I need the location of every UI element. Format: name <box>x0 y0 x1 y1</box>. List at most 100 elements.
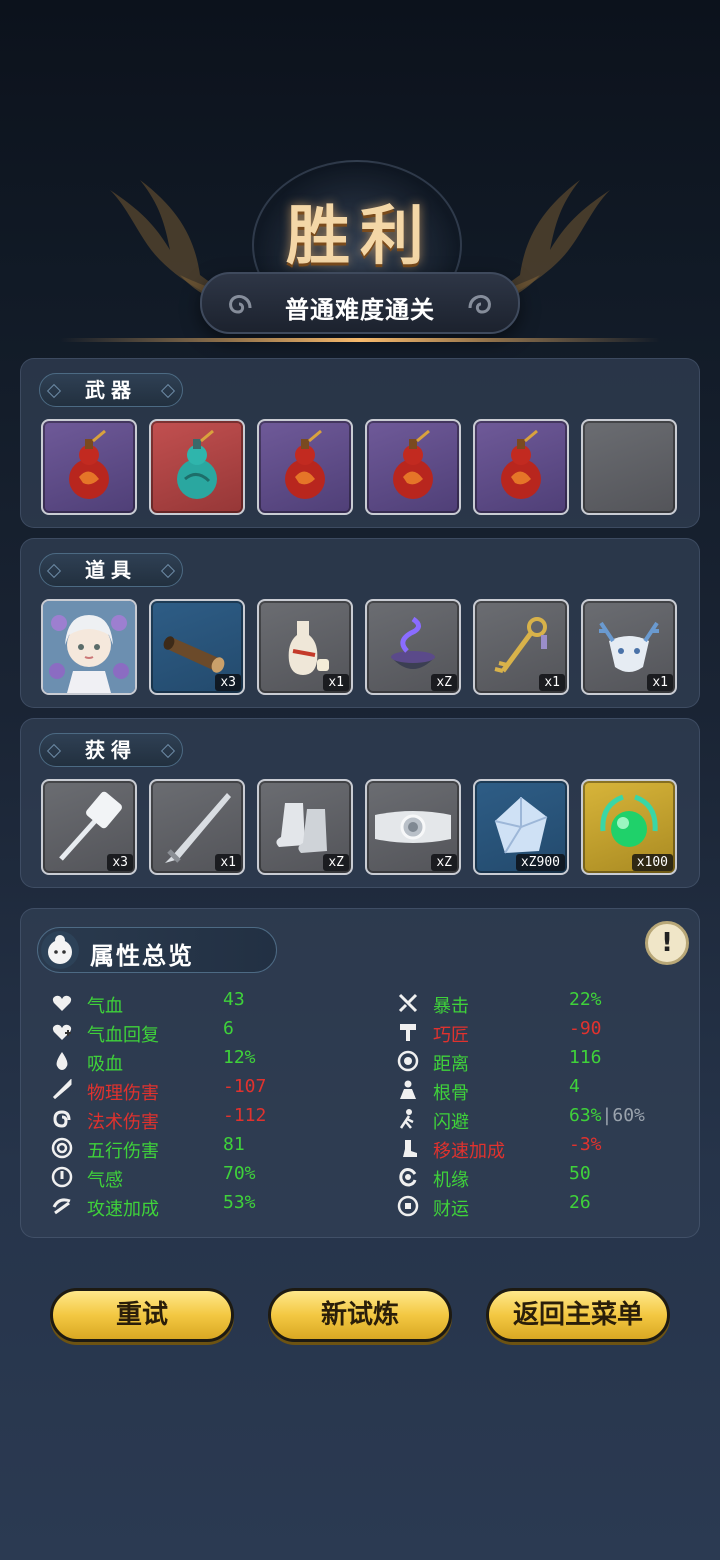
five-elements-icon <box>51 1137 73 1159</box>
stat-row: 法术伤害 -112 <box>51 1105 371 1133</box>
retry-button[interactable]: 重试 <box>50 1288 234 1342</box>
item-slot[interactable]: x1 <box>581 599 677 695</box>
stat-row: 机缘 50 <box>397 1163 717 1191</box>
coin-icon <box>397 1195 419 1217</box>
attributes-title: 属性总览 <box>90 942 194 970</box>
stat-row: 物理伤害 -107 <box>51 1076 371 1104</box>
info-button[interactable]: ! <box>645 921 689 965</box>
main-menu-button[interactable]: 返回主菜单 <box>486 1288 670 1342</box>
sword-damage-icon <box>52 1079 72 1100</box>
stat-value: 6 <box>223 1018 234 1039</box>
item-count: xZ <box>431 674 457 691</box>
teal-gourd-icon <box>177 429 217 499</box>
subtitle-plate: 普通难度通关 <box>200 272 520 334</box>
stat-value: 53% <box>223 1192 256 1213</box>
stat-row: 攻速加成 53% <box>51 1192 371 1220</box>
item-count: x1 <box>647 674 673 691</box>
item-count: x3 <box>215 674 241 691</box>
cloud-swirl-icon <box>468 294 491 314</box>
blood-drop-icon <box>56 1052 68 1070</box>
constitution-icon <box>400 1080 416 1099</box>
stat-row: 吸血 12% <box>51 1047 371 1075</box>
stat-label: 吸血 <box>87 1054 123 1075</box>
stat-label: 物理伤害 <box>87 1083 159 1104</box>
stat-label: 攻速加成 <box>87 1199 159 1220</box>
heart-icon <box>52 995 72 1011</box>
stat-row: 气感 70% <box>51 1163 371 1191</box>
stat-value: 12% <box>223 1047 256 1068</box>
crit-icon <box>398 993 418 1013</box>
new-trial-button[interactable]: 新试炼 <box>268 1288 452 1342</box>
attributes-header: 属性总览 <box>37 927 277 973</box>
stat-value: -3% <box>569 1134 602 1155</box>
attack-speed-icon <box>52 1198 71 1215</box>
stat-label: 暴击 <box>433 996 469 1017</box>
item-count: xZ <box>431 854 457 871</box>
stat-value: 50 <box>569 1163 591 1184</box>
stat-label: 闪避 <box>433 1112 469 1133</box>
stat-value: 116 <box>569 1047 602 1068</box>
stat-value: -90 <box>569 1018 602 1039</box>
character-portrait-slot[interactable] <box>41 599 137 695</box>
obtained-slot[interactable]: x3 <box>41 779 137 875</box>
stat-label: 五行伤害 <box>87 1141 159 1162</box>
obtained-slot[interactable]: xZ <box>365 779 461 875</box>
boot-speed-icon <box>403 1140 417 1157</box>
red-gourd-icon <box>501 429 541 499</box>
item-slots: x3 x1 xZ x1 x1 <box>41 599 677 695</box>
stat-row: 巧匠 -90 <box>397 1018 717 1046</box>
mascot-icon <box>41 931 79 969</box>
obtained-tag: 获得 <box>39 733 183 767</box>
obtained-slot[interactable]: xZ <box>257 779 353 875</box>
weapon-slots <box>41 419 677 515</box>
victory-title: 胜利 <box>286 199 434 274</box>
obtained-panel: 获得 x3 x1 xZ xZ xZ900 x100 <box>20 718 700 888</box>
items-tag: 道具 <box>39 553 183 587</box>
obtained-slot[interactable]: xZ900 <box>473 779 569 875</box>
qi-sense-icon <box>51 1166 73 1188</box>
stat-row: 气血回复 6 <box>51 1018 371 1046</box>
stat-row: 财运 26 <box>397 1192 717 1220</box>
stat-label: 巧匠 <box>433 1025 469 1046</box>
stat-label: 气感 <box>87 1170 123 1191</box>
red-gourd-icon <box>393 429 433 499</box>
item-slot[interactable]: x1 <box>473 599 569 695</box>
heart-regen-icon <box>52 1024 72 1040</box>
item-count: x100 <box>631 854 673 871</box>
obtained-slot[interactable]: x100 <box>581 779 677 875</box>
weapon-slot[interactable] <box>257 419 353 515</box>
obtained-slot[interactable]: x1 <box>149 779 245 875</box>
hammer-icon <box>400 1024 416 1041</box>
stat-value: 81 <box>223 1134 245 1155</box>
weapon-slot[interactable] <box>365 419 461 515</box>
attributes-panel: 属性总览 ! 气血 43 气血回复 6 吸血 12% 物理伤害 -107 法术伤… <box>20 908 700 1238</box>
stat-label: 法术伤害 <box>87 1112 159 1133</box>
stat-row: 气血 43 <box>51 989 371 1017</box>
weapons-panel: 武器 <box>20 358 700 528</box>
item-slot[interactable]: xZ <box>365 599 461 695</box>
stat-label: 财运 <box>433 1199 469 1220</box>
item-slot[interactable]: x1 <box>257 599 353 695</box>
stat-extra-value: |60% <box>601 1105 645 1126</box>
item-count: x1 <box>539 674 565 691</box>
red-gourd-icon <box>285 429 325 499</box>
item-slot[interactable]: x3 <box>149 599 245 695</box>
red-gourd-icon <box>69 429 109 499</box>
obtained-slots: x3 x1 xZ xZ xZ900 x100 <box>41 779 677 875</box>
gold-divider <box>60 338 660 342</box>
stat-row: 距离 116 <box>397 1047 717 1075</box>
stat-value: 4 <box>569 1076 580 1097</box>
weapon-slot-empty[interactable] <box>581 419 677 515</box>
stat-row: 暴击 22% <box>397 989 717 1017</box>
weapon-slot[interactable] <box>41 419 137 515</box>
item-count: x3 <box>107 854 133 871</box>
weapon-slot[interactable] <box>149 419 245 515</box>
item-count: x1 <box>215 854 241 871</box>
weapon-slot[interactable] <box>473 419 569 515</box>
victory-banner: 胜利 普通难度通关 <box>0 120 720 350</box>
stat-label: 气血 <box>87 996 123 1017</box>
weapons-tag: 武器 <box>39 373 183 407</box>
stat-value: 26 <box>569 1192 591 1213</box>
stat-row: 闪避 63%|60% <box>397 1105 717 1133</box>
fortune-swirl-icon <box>399 1168 417 1187</box>
